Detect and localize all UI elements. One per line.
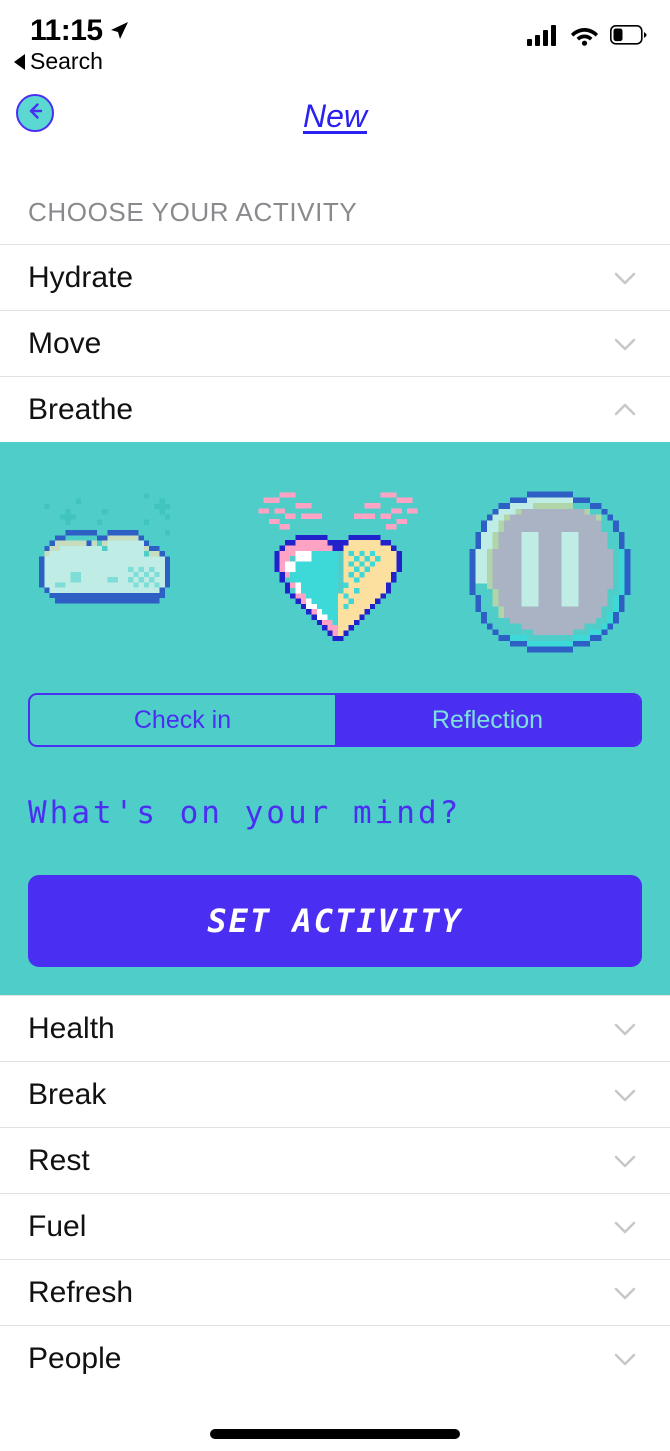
pixel-art-row xyxy=(0,442,670,693)
phone-screen: 11:15 Search New CHOOSE YOUR ACTIVITY Hy… xyxy=(0,0,670,1451)
chevron-down-icon[interactable] xyxy=(608,327,642,361)
activity-label: Break xyxy=(28,1077,107,1111)
location-arrow-icon xyxy=(108,20,130,47)
pixel-pause-button-icon xyxy=(464,486,636,663)
activity-label: Refresh xyxy=(28,1275,134,1309)
activity-row-move[interactable]: Move xyxy=(0,310,670,376)
activity-label: Rest xyxy=(28,1143,90,1177)
checkin-reflection-segmented-control[interactable]: Check in Reflection xyxy=(28,693,642,747)
battery-low-icon xyxy=(610,25,648,50)
status-bar-indicators xyxy=(527,24,648,51)
activity-row-breathe[interactable]: Breathe xyxy=(0,376,670,442)
set-activity-button[interactable]: SET ACTIVITY xyxy=(28,875,642,967)
chevron-down-icon[interactable] xyxy=(608,1078,642,1112)
page-title: New xyxy=(302,98,367,134)
activity-label: People xyxy=(28,1341,122,1375)
activity-row-health[interactable]: Health xyxy=(0,995,670,1061)
activity-row-refresh[interactable]: Refresh xyxy=(0,1259,670,1325)
activity-row-people[interactable]: People xyxy=(0,1325,670,1391)
activity-row-rest[interactable]: Rest xyxy=(0,1127,670,1193)
segment-check-in[interactable]: Check in xyxy=(30,695,335,745)
segment-reflection[interactable]: Reflection xyxy=(335,695,640,745)
chevron-down-icon[interactable] xyxy=(608,261,642,295)
activity-row-break[interactable]: Break xyxy=(0,1061,670,1127)
back-to-search-link[interactable]: Search xyxy=(14,48,103,75)
activity-label: Health xyxy=(28,1011,115,1045)
section-header: CHOOSE YOUR ACTIVITY xyxy=(28,197,358,227)
nav-bar: New xyxy=(0,80,670,172)
chevron-down-icon[interactable] xyxy=(608,1210,642,1244)
status-bar-time: 11:15 xyxy=(30,14,103,47)
chevron-down-icon[interactable] xyxy=(608,1276,642,1310)
wifi-icon xyxy=(570,24,599,51)
status-bar: 11:15 Search xyxy=(0,0,670,80)
chevron-down-icon[interactable] xyxy=(608,1342,642,1376)
cellular-signal-icon xyxy=(527,24,559,51)
pixel-cloud-icon xyxy=(34,487,212,662)
chevron-up-icon[interactable] xyxy=(608,393,642,427)
back-triangle-icon xyxy=(14,53,25,70)
activity-label: Breathe xyxy=(28,392,134,426)
activity-label: Hydrate xyxy=(28,260,134,294)
breathe-panel: Check in Reflection What's on your mind?… xyxy=(0,442,670,995)
chevron-down-icon[interactable] xyxy=(608,1012,642,1046)
activity-label: Move xyxy=(28,326,102,360)
chevron-down-icon[interactable] xyxy=(608,1144,642,1178)
activity-row-fuel[interactable]: Fuel xyxy=(0,1193,670,1259)
pixel-winged-heart-icon xyxy=(253,487,423,662)
activity-row-hydrate[interactable]: Hydrate xyxy=(0,244,670,310)
activity-label: Fuel xyxy=(28,1209,87,1243)
reflection-prompt: What's on your mind? xyxy=(28,795,462,831)
back-to-search-label: Search xyxy=(30,48,103,74)
home-indicator xyxy=(210,1429,460,1439)
